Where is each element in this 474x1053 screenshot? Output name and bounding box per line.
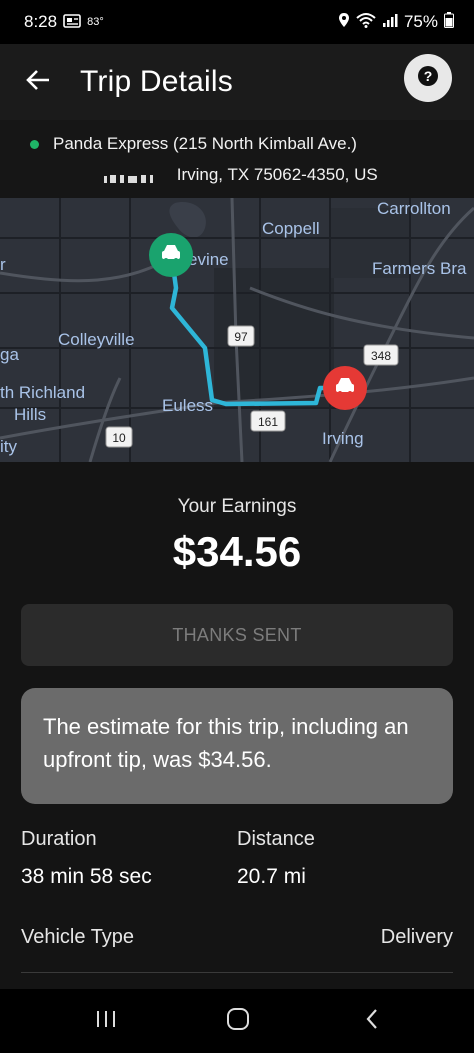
highway-shield-348: 348 (363, 344, 399, 366)
destination-car-marker (323, 366, 367, 410)
vehicle-type-value: Delivery (380, 926, 453, 948)
recents-button[interactable] (86, 1003, 126, 1039)
distance-stat: Distance 20.7 mi (237, 828, 315, 889)
back-button[interactable] (14, 58, 62, 106)
dropoff-address: Irving, TX 75062-4350, US (104, 165, 378, 185)
route-map[interactable]: Carrollton Coppell evine Farmers Bra Col… (0, 198, 474, 462)
map-label-left-r: r (0, 255, 6, 274)
vehicle-type-label: Vehicle Type (21, 926, 135, 948)
divider (21, 972, 453, 973)
wifi-icon (356, 12, 376, 33)
highway-shield-97: 97 (227, 325, 255, 347)
duration-value: 38 min 58 sec (21, 865, 152, 888)
battery-icon (444, 11, 454, 33)
page-title: Trip Details (80, 65, 233, 98)
earnings-amount: $34.56 (172, 528, 302, 575)
recents-icon (95, 1009, 117, 1034)
map-label-irving: Irving (322, 429, 364, 448)
svg-text:97: 97 (234, 330, 248, 344)
distance-label: Distance (237, 828, 315, 850)
chevron-left-icon (364, 1008, 380, 1035)
pickup-row: Panda Express (215 North Kimball Ave.) (30, 134, 357, 154)
svg-text:348: 348 (371, 349, 391, 363)
map-canvas: Carrollton Coppell evine Farmers Bra Col… (0, 198, 474, 462)
map-label-north-richland: th Richland (0, 383, 85, 402)
map-label-grapevine: evine (188, 250, 229, 269)
duration-label: Duration (21, 828, 97, 850)
map-label-colleyville: Colleyville (58, 330, 135, 349)
map-label-hills: Hills (14, 405, 46, 424)
home-button[interactable] (218, 1003, 258, 1039)
battery-percent: 75% (403, 12, 438, 31)
vehicle-type-row: Vehicle Type Delivery (21, 926, 453, 949)
system-nav-bar (0, 989, 474, 1053)
status-time: 8:28 (24, 12, 58, 31)
map-label-city: ity (0, 437, 18, 456)
trip-summary: Your Earnings $34.56 THANKS SENT The est… (0, 462, 474, 989)
status-temperature: 83° (87, 16, 104, 28)
map-label-euless: Euless (162, 396, 213, 415)
svg-text:10: 10 (112, 431, 126, 445)
trip-addresses: Panda Express (215 North Kimball Ave.) I… (0, 120, 474, 198)
distance-value: 20.7 mi (237, 865, 306, 888)
svg-text:?: ? (424, 68, 433, 84)
location-icon (338, 12, 350, 33)
dropoff-address-text: Irving, TX 75062-4350, US (176, 165, 378, 184)
header: Trip Details ? (0, 44, 474, 120)
map-label-farmers-branch: Farmers Bra (372, 259, 467, 278)
origin-car-marker (149, 233, 193, 277)
help-button[interactable]: ? (404, 54, 452, 102)
duration-stat: Duration 38 min 58 sec (21, 828, 152, 889)
map-label-carrollton: Carrollton (377, 199, 451, 218)
highway-shield-161: 161 (250, 410, 286, 432)
signal-icon (382, 12, 398, 32)
map-label-coppell: Coppell (262, 219, 320, 238)
home-icon (226, 1007, 250, 1036)
pickup-address: Panda Express (215 North Kimball Ave.) (53, 134, 357, 153)
arrow-left-icon (25, 69, 51, 96)
estimate-text: The estimate for this trip, including an… (43, 714, 409, 772)
question-mark-icon: ? (417, 65, 439, 92)
system-back-button[interactable] (352, 1003, 392, 1039)
redacted-address-glyph (104, 170, 168, 183)
map-label-ga: ga (0, 345, 19, 364)
estimate-card: The estimate for this trip, including an… (21, 688, 453, 804)
thanks-sent-button[interactable]: THANKS SENT (21, 604, 453, 666)
pickup-dot (30, 139, 39, 149)
highway-shield-10: 10 (105, 426, 133, 448)
svg-text:161: 161 (258, 415, 278, 429)
earnings-label: Your Earnings (177, 496, 297, 517)
news-icon (63, 14, 81, 30)
status-bar: 8:28 83° 75% (0, 0, 474, 44)
